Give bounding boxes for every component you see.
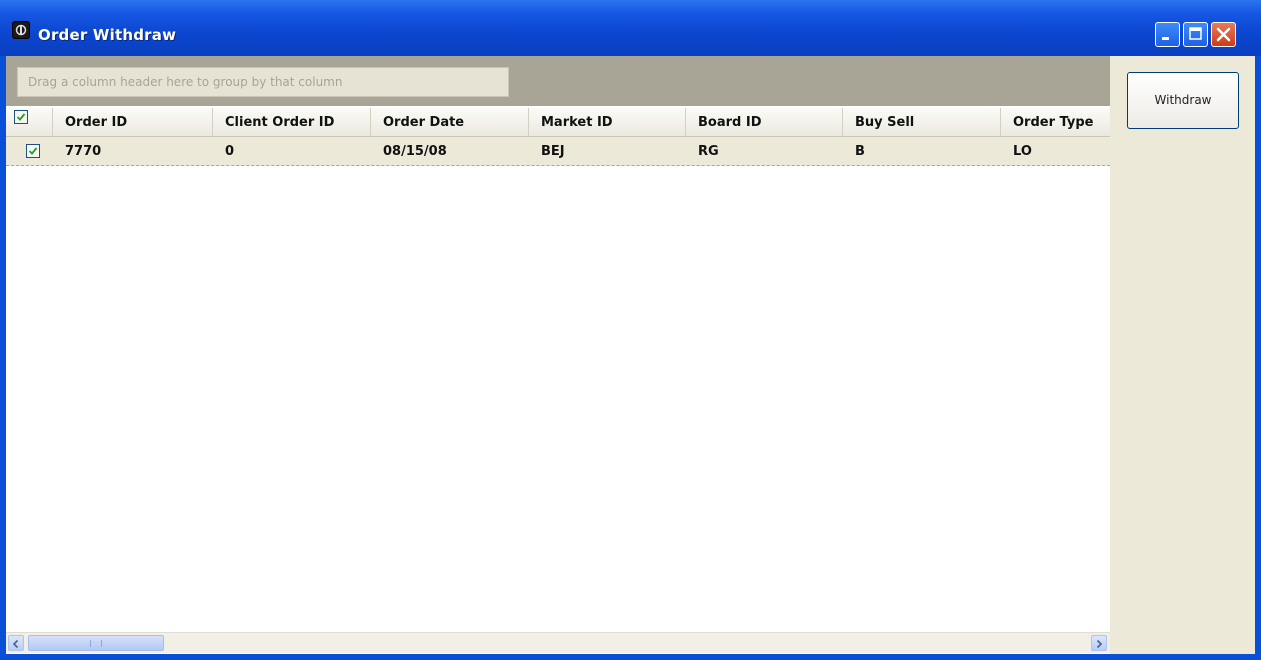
- grip-icon: [90, 640, 102, 647]
- app-icon[interactable]: [12, 21, 30, 39]
- grid-header-row: Order ID Client Order ID Order Date Mark…: [6, 108, 1110, 137]
- window-client-area: Drag a column header here to group by th…: [6, 56, 1255, 654]
- cell-board-id[interactable]: RG: [686, 137, 843, 165]
- title-bar[interactable]: Order Withdraw: [0, 0, 1261, 56]
- select-all-checkbox[interactable]: [14, 110, 28, 124]
- cell-client-order-id[interactable]: 0: [213, 137, 371, 165]
- scroll-right-button[interactable]: [1091, 635, 1107, 651]
- window-title: Order Withdraw: [38, 26, 177, 44]
- table-row[interactable]: 7770 0 08/15/08 BEJ RG B LO: [6, 137, 1110, 166]
- cell-order-id[interactable]: 7770: [53, 137, 213, 165]
- group-by-hint: Drag a column header here to group by th…: [17, 67, 509, 97]
- column-header-order-id[interactable]: Order ID: [53, 108, 213, 136]
- cell-order-type[interactable]: LO: [1001, 137, 1110, 165]
- column-header-order-date[interactable]: Order Date: [371, 108, 529, 136]
- horizontal-scrollbar[interactable]: [6, 632, 1110, 653]
- column-header-client-order-id[interactable]: Client Order ID: [213, 108, 371, 136]
- column-header-board-id[interactable]: Board ID: [686, 108, 843, 136]
- action-panel: Withdraw: [1110, 56, 1255, 654]
- scroll-thumb[interactable]: [28, 635, 164, 651]
- minimize-button[interactable]: [1155, 22, 1180, 47]
- close-icon: [1216, 27, 1231, 42]
- maximize-button[interactable]: [1183, 22, 1208, 47]
- header-select-all[interactable]: [6, 108, 53, 136]
- chevron-left-icon: [12, 639, 19, 649]
- column-header-buy-sell[interactable]: Buy Sell: [843, 108, 1001, 136]
- withdraw-button[interactable]: Withdraw: [1127, 72, 1239, 129]
- scroll-left-button[interactable]: [8, 635, 24, 651]
- order-withdraw-window: Order Withdraw Drag a column header here…: [0, 0, 1261, 660]
- row-checkbox[interactable]: [26, 144, 40, 158]
- close-button[interactable]: [1211, 22, 1236, 47]
- column-header-market-id[interactable]: Market ID: [529, 108, 686, 136]
- row-select-cell[interactable]: [6, 137, 53, 165]
- cell-order-date[interactable]: 08/15/08: [371, 137, 529, 165]
- group-by-panel[interactable]: Drag a column header here to group by th…: [6, 56, 1110, 106]
- minimize-icon: [1162, 37, 1169, 40]
- checkmark-icon: [28, 147, 38, 155]
- cell-buy-sell[interactable]: B: [843, 137, 1001, 165]
- checkmark-icon: [16, 113, 26, 121]
- chevron-right-icon: [1096, 639, 1103, 649]
- cell-market-id[interactable]: BEJ: [529, 137, 686, 165]
- column-header-order-type[interactable]: Order Type: [1001, 108, 1110, 136]
- orders-grid: Drag a column header here to group by th…: [6, 56, 1110, 654]
- maximize-icon: [1189, 27, 1202, 40]
